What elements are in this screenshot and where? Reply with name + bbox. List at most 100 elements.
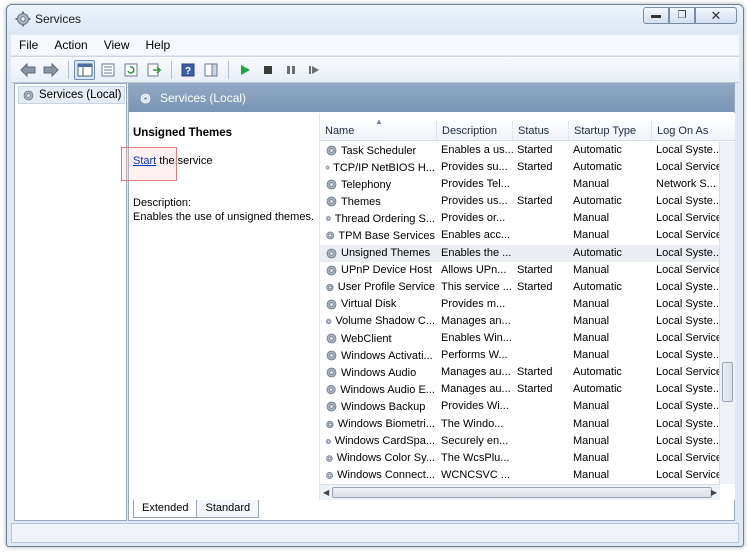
stop-service-button[interactable]: [257, 60, 278, 80]
service-log-on-as: Local Syste...: [656, 383, 719, 396]
table-row[interactable]: Virtual Disk Provides m... Manual Local Sys…: [320, 296, 720, 313]
tab-extended[interactable]: Extended: [133, 500, 198, 518]
service-name: Windows Activati...: [341, 349, 433, 362]
table-row[interactable]: Windows Biometri... The Windo... Manual Loc…: [320, 416, 720, 433]
table-row[interactable]: Volume Shadow C... Manages an... Manual Loc…: [320, 313, 720, 330]
table-row[interactable]: Windows CardSpa... Securely en... Manual Lo…: [320, 433, 720, 450]
service-gear-icon: [326, 385, 336, 395]
service-gear-icon: [326, 265, 337, 276]
column-header-status[interactable]: Status: [513, 121, 569, 141]
service-gear-icon: [325, 216, 331, 222]
start-service-button[interactable]: [234, 60, 255, 80]
start-service-line: Start the service: [133, 155, 212, 167]
selected-service-title: Unsigned Themes: [133, 127, 233, 139]
table-row[interactable]: Windows Activati... Performs W... Manual Lo…: [320, 347, 720, 364]
close-button[interactable]: ✕: [695, 7, 737, 24]
service-log-on-as: Local Syste...: [656, 349, 719, 362]
table-row[interactable]: Windows Audio E... Manages au... Started Au…: [320, 381, 720, 398]
show-hide-console-tree-button[interactable]: [74, 59, 95, 80]
service-gear-icon: [325, 165, 330, 170]
service-name-cell: Windows CardSpa...: [325, 435, 435, 448]
menu-view[interactable]: View: [96, 38, 138, 52]
menu-help[interactable]: Help: [138, 38, 179, 52]
scroll-right-icon[interactable]: ▶: [711, 488, 717, 497]
export-list-button[interactable]: [143, 60, 164, 80]
table-row[interactable]: Thread Ordering S... Provides or... Manual…: [320, 210, 720, 227]
service-startup-type: Automatic: [573, 383, 622, 396]
service-description: Enables acc...: [441, 229, 511, 242]
tab-standard[interactable]: Standard: [196, 500, 260, 518]
back-button[interactable]: [17, 60, 38, 80]
services-gear-icon: [15, 11, 31, 27]
service-name: Windows Biometri...: [337, 418, 435, 430]
pause-service-button[interactable]: [280, 60, 301, 80]
service-gear-icon: [326, 179, 337, 190]
service-description: Manages an...: [441, 314, 511, 327]
column-header-log-on-as[interactable]: Log On As: [652, 121, 736, 141]
start-service-link[interactable]: Start: [133, 155, 156, 167]
table-row[interactable]: TPM Base Services Enables acc... Manual Loc…: [320, 227, 720, 244]
refresh-button[interactable]: [120, 60, 141, 80]
tree-item-label: Services (Local): [39, 89, 122, 101]
service-description: Provides us...: [441, 195, 508, 208]
horizontal-scroll-thumb[interactable]: [332, 487, 712, 498]
column-header-startup-type[interactable]: Startup Type: [569, 121, 652, 141]
tree-item-services-local[interactable]: Services (Local): [18, 86, 126, 104]
menu-action[interactable]: Action: [46, 38, 95, 52]
services-window: Services ▬ ❐ ✕ File Action View Help ? S…: [6, 4, 744, 547]
column-header-description[interactable]: Description: [437, 121, 513, 141]
service-startup-type: Manual: [573, 212, 610, 225]
service-gear-icon: [326, 420, 334, 428]
table-row[interactable]: Themes Provides us... Started Automatic Loca…: [320, 193, 720, 210]
table-row[interactable]: Task Scheduler Enables a us... Started Auto…: [320, 142, 720, 159]
scroll-left-icon[interactable]: ◀: [323, 488, 329, 497]
service-name: WebClient: [341, 332, 392, 345]
svg-text:?: ?: [184, 66, 190, 77]
toolbar-separator: [171, 60, 172, 79]
service-name-cell: Unsigned Themes: [325, 247, 435, 260]
table-row[interactable]: User Profile Service This service ... Star…: [320, 279, 720, 296]
services-gear-icon: [140, 93, 151, 103]
table-row[interactable]: Windows Audio Manages au... Started Automat…: [320, 364, 720, 381]
table-row[interactable]: TCP/IP NetBIOS H... Provides su... Started…: [320, 159, 720, 176]
help-button[interactable]: ?: [177, 60, 198, 80]
service-name: Windows Audio E...: [340, 383, 435, 396]
horizontal-scrollbar[interactable]: ◀ ▶: [320, 484, 720, 500]
vertical-scroll-thumb[interactable]: [722, 362, 733, 402]
service-description: The Windo...: [441, 417, 504, 430]
service-name: User Profile Service: [337, 281, 435, 294]
service-name-cell: Windows Connect...: [325, 469, 435, 482]
table-row[interactable]: UPnP Device Host Allows UPn... Started Manu…: [320, 262, 720, 279]
services-gear-icon: [23, 90, 34, 100]
menu-file[interactable]: File: [11, 38, 46, 52]
service-startup-type: Manual: [573, 229, 610, 242]
forward-button[interactable]: [40, 60, 61, 80]
table-row[interactable]: Windows Backup Provides Wi... Manual Local …: [320, 398, 720, 415]
service-name-cell: Virtual Disk: [325, 298, 435, 311]
service-log-on-as: Local Syste...: [656, 144, 719, 156]
minimize-button[interactable]: ▬: [643, 7, 669, 24]
main-pane-title: Services (Local): [160, 91, 247, 105]
service-startup-type: Manual: [573, 468, 610, 481]
table-row[interactable]: Unsigned Themes Enables the ... Automatic L…: [320, 244, 720, 262]
restart-service-button[interactable]: [303, 60, 324, 80]
pane-icon: [204, 63, 217, 76]
title-bar[interactable]: Services ▬ ❐ ✕: [7, 5, 743, 33]
service-description: Enables Win...: [441, 332, 512, 345]
column-header-name[interactable]: ▲ Name: [320, 117, 437, 141]
service-gear-icon: [326, 196, 337, 207]
table-row[interactable]: Telephony Provides Tel... Manual Network S.…: [320, 176, 720, 193]
maximize-button[interactable]: ❐: [669, 7, 695, 24]
properties-button[interactable]: [97, 60, 118, 80]
column-label: Status: [518, 125, 550, 137]
column-label: Log On As: [657, 125, 709, 137]
action-pane-button[interactable]: [200, 60, 221, 80]
service-startup-type: Automatic: [573, 195, 622, 208]
table-row[interactable]: WebClient Enables Win... Manual Local Servi…: [320, 330, 720, 347]
restart-icon: [308, 65, 319, 74]
vertical-scrollbar[interactable]: [719, 142, 735, 484]
service-name-cell: Themes: [325, 195, 435, 208]
service-gear-icon: [325, 318, 332, 325]
table-row[interactable]: Windows Color Sy... The WcsPlu... Manual Lo…: [320, 450, 720, 467]
table-row[interactable]: Windows Connect... WCNCSVC ... Manual Local…: [320, 467, 720, 484]
